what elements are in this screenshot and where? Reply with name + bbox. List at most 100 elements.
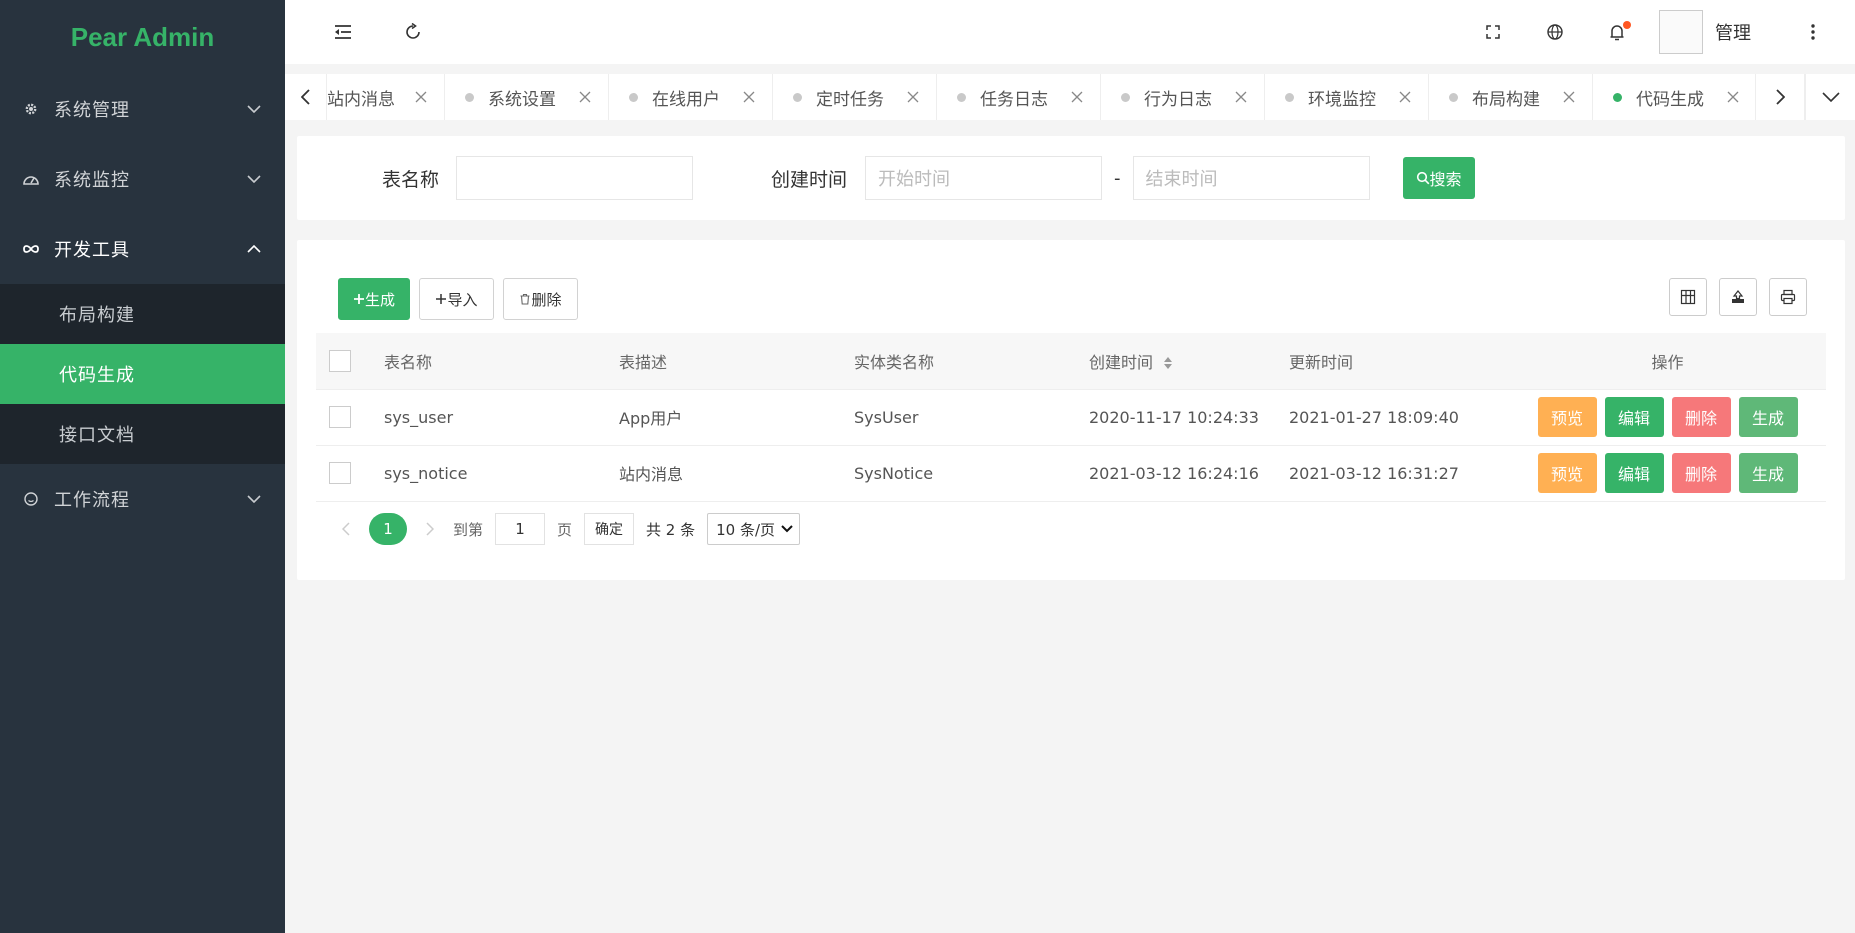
row-delete-button[interactable]: 删除 [1671, 453, 1731, 493]
column-filter-icon[interactable] [1669, 278, 1707, 316]
tabs-dropdown-button[interactable] [1805, 74, 1855, 120]
dev-tools-submenu: 布局构建 代码生成 接口文档 [0, 284, 285, 464]
tab-online-users[interactable]: 在线用户 [609, 74, 773, 120]
plus-icon [353, 294, 364, 304]
top-header: 管理 [285, 0, 1855, 64]
table-name-input[interactable] [456, 156, 694, 200]
sidebar-item-system-management[interactable]: 系统管理 [0, 74, 285, 144]
row-generate-button[interactable]: 生成 [1738, 397, 1798, 437]
fullscreen-icon[interactable] [1473, 12, 1513, 52]
export-icon[interactable] [1719, 278, 1757, 316]
goto-confirm-button[interactable]: 确定 [584, 513, 635, 545]
tab-layout-builder[interactable]: 布局构建 [1429, 74, 1593, 120]
tab-status-dot [1449, 92, 1458, 102]
tab-environment-monitor[interactable]: 环境监控 [1265, 74, 1429, 120]
column-header-label: 创建时间 [1089, 352, 1154, 372]
preview-button[interactable]: 预览 [1537, 397, 1597, 437]
close-icon[interactable] [898, 91, 928, 103]
tab-label: 系统设置 [488, 89, 556, 110]
row-checkbox[interactable] [329, 462, 351, 484]
row-delete-button[interactable]: 删除 [1671, 397, 1731, 437]
tab-station-message[interactable]: 站内消息 [327, 74, 445, 120]
user-name[interactable]: 管理 [1715, 19, 1751, 45]
sidebar-item-api-docs[interactable]: 接口文档 [0, 404, 285, 464]
sidebar-item-dev-tools[interactable]: 开发工具 [0, 214, 285, 284]
circle-icon [22, 490, 40, 508]
cell-table-name: sys_user [384, 389, 619, 446]
tab-code-generator[interactable]: 代码生成 [1593, 74, 1755, 120]
notification-badge-dot [1623, 21, 1631, 29]
import-button[interactable]: 导入 [419, 278, 494, 320]
cell-entity-name: SysNotice [854, 445, 1089, 502]
select-all-checkbox[interactable] [329, 349, 351, 372]
tabs-scroll-left-button[interactable] [285, 74, 327, 120]
tab-task-log[interactable]: 任务日志 [937, 74, 1101, 120]
tabs-scroll-right-button[interactable] [1755, 74, 1805, 120]
close-icon[interactable] [1718, 91, 1748, 103]
tab-label: 行为日志 [1144, 89, 1212, 110]
preview-button[interactable]: 预览 [1537, 453, 1597, 493]
column-header: 实体类名称 [854, 333, 1089, 390]
close-icon[interactable] [406, 91, 436, 103]
row-checkbox[interactable] [329, 406, 351, 428]
search-button[interactable]: 搜索 [1402, 157, 1475, 199]
menu-group-system: 系统管理 [0, 74, 285, 144]
sidebar-item-workflow[interactable]: 工作流程 [0, 464, 285, 534]
close-icon[interactable] [1226, 91, 1256, 103]
search-button-label: 搜索 [1429, 170, 1462, 189]
row-generate-button[interactable]: 生成 [1738, 453, 1798, 493]
refresh-icon[interactable] [393, 12, 433, 52]
next-page-icon[interactable] [419, 522, 441, 536]
close-icon[interactable] [570, 91, 600, 103]
sidebar-item-layout-builder[interactable]: 布局构建 [0, 284, 285, 344]
chevron-up-icon [247, 242, 261, 256]
column-header-sortable[interactable]: 创建时间 [1089, 333, 1289, 390]
import-button-label: 导入 [447, 290, 478, 309]
close-icon[interactable] [1554, 91, 1584, 103]
cell-updated-time: 2021-01-27 18:09:40 [1289, 389, 1509, 446]
tab-system-settings[interactable]: 系统设置 [445, 74, 609, 120]
prev-page-icon[interactable] [335, 522, 357, 536]
page-size-select[interactable]: 10 条/页 [707, 513, 801, 545]
collapse-menu-icon[interactable] [323, 12, 363, 52]
generate-button[interactable]: 生成 [338, 278, 410, 320]
sidebar: Pear Admin 系统管理 系统监控 开发工具 布局构建 代码生成 接口文档… [0, 0, 285, 933]
notification-bell-icon[interactable] [1597, 12, 1637, 52]
header-right-tools: 管理 [1473, 10, 1855, 54]
sidebar-item-system-monitor[interactable]: 系统监控 [0, 144, 285, 214]
column-header: 更新时间 [1289, 333, 1509, 390]
globe-icon[interactable] [1535, 12, 1575, 52]
avatar[interactable] [1659, 10, 1703, 54]
end-time-input[interactable]: 结束时间 [1132, 156, 1370, 200]
chevron-right-icon [1775, 89, 1785, 105]
close-icon[interactable] [1062, 91, 1092, 103]
page-number-current[interactable]: 1 [369, 513, 407, 545]
close-icon[interactable] [734, 91, 764, 103]
goto-page-input[interactable]: 1 [495, 513, 546, 545]
edit-button[interactable]: 编辑 [1604, 453, 1664, 493]
cell-description: 站内消息 [619, 445, 854, 502]
sort-icon[interactable] [1163, 356, 1173, 370]
trash-icon [520, 293, 530, 305]
delete-button[interactable]: 删除 [503, 278, 578, 320]
tab-behavior-log[interactable]: 行为日志 [1101, 74, 1265, 120]
delete-button-label: 删除 [531, 290, 562, 309]
total-count: 共 2 条 [646, 520, 696, 539]
close-icon[interactable] [1390, 91, 1420, 103]
cell-description: App用户 [619, 389, 854, 446]
table-row: sys_notice 站内消息 SysNotice 2021-03-12 16:… [316, 445, 1826, 502]
gear-icon [22, 100, 40, 118]
print-icon[interactable] [1769, 278, 1807, 316]
sidebar-item-label: 系统管理 [54, 100, 130, 121]
edit-button[interactable]: 编辑 [1604, 397, 1664, 437]
pagination: 1 到第 1 页 确定 共 2 条 10 条/页 [335, 513, 801, 545]
tab-label: 在线用户 [652, 89, 720, 110]
tab-label: 代码生成 [1636, 89, 1704, 110]
more-vertical-icon[interactable] [1793, 12, 1833, 52]
start-time-input[interactable]: 开始时间 [865, 156, 1103, 200]
cell-entity-name: SysUser [854, 389, 1089, 446]
tab-scheduled-tasks[interactable]: 定时任务 [773, 74, 937, 120]
page-unit-label: 页 [557, 520, 573, 539]
app-logo[interactable]: Pear Admin [0, 0, 285, 74]
sidebar-item-code-generator[interactable]: 代码生成 [0, 344, 285, 404]
